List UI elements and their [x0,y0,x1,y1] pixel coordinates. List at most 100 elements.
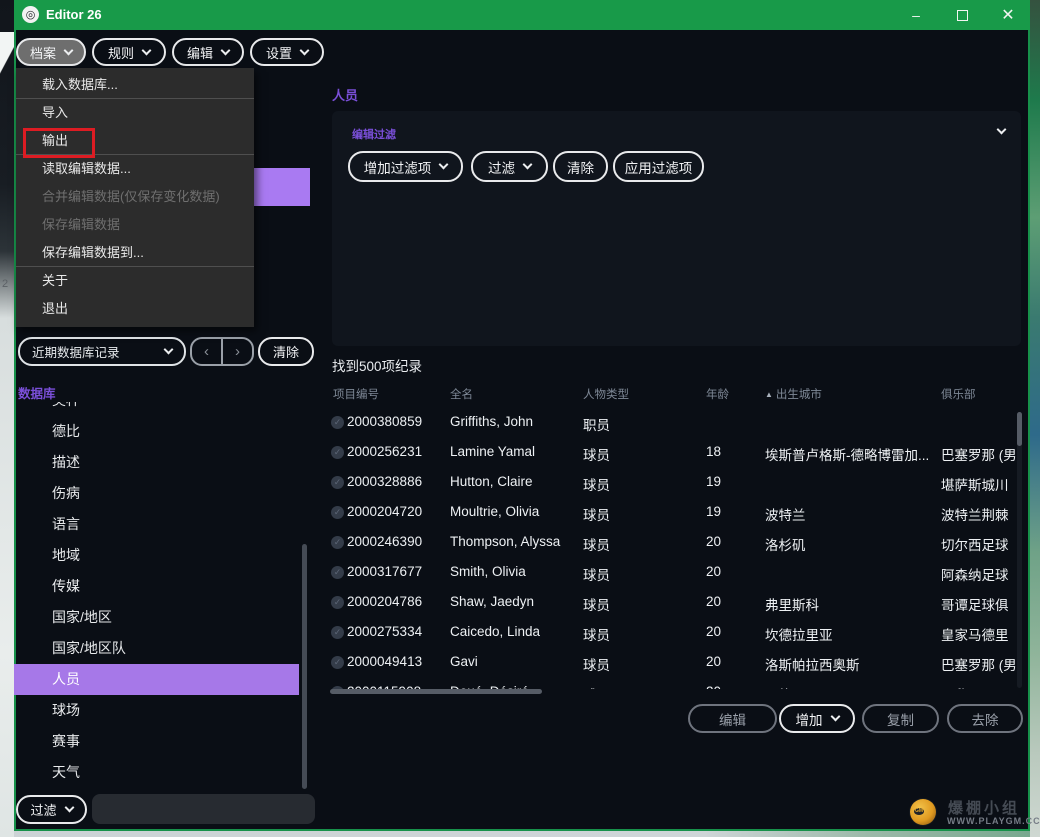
cell-club: 哥谭足球俱 [941,594,1022,614]
column-header-city[interactable]: ▲ 出生城市 [765,386,822,402]
table-row[interactable]: ✓ 2000317677 Smith, Olivia 球员 20 阿森纳足球 [330,558,1022,588]
sidebar-item-derby[interactable]: 德比 [14,416,299,447]
cell-age: 20 [706,534,760,549]
column-header-name[interactable]: 全名 [450,386,473,402]
cell-id: 2000204786 [347,594,449,609]
record-check-icon: ✓ [331,476,344,489]
cell-type: 球员 [583,534,701,554]
menu-item-import[interactable]: 导入 [16,99,254,127]
sidebar-filter-input[interactable] [92,794,315,824]
cell-type: 球员 [583,624,701,644]
menu-item-about[interactable]: 关于 [16,267,254,295]
recent-database-label: 近期数据库记录 [32,342,120,361]
cell-id: 2000328886 [347,474,449,489]
menu-settings-label: 设置 [266,43,292,62]
watermark-logo-icon: GM [910,799,936,825]
clear-filter-button[interactable]: 清除 [553,151,608,182]
add-filter-label: 增加过滤项 [364,157,432,177]
sidebar-item-injury[interactable]: 伤病 [14,478,299,509]
cell-type: 球员 [583,564,701,584]
table-row[interactable]: ✓ 2000204786 Shaw, Jaedyn 球员 20 弗里斯科 哥谭足… [330,588,1022,618]
add-filter-button[interactable]: 增加过滤项 [348,151,463,182]
cell-id: 2000256231 [347,444,449,459]
menu-rules-button[interactable]: 规则 [92,38,166,66]
edit-filter-title: 编辑过滤 [352,126,396,142]
column-header-age[interactable]: 年龄 [706,386,729,402]
sidebar-scrollbar[interactable] [302,544,307,789]
prev-record-button[interactable]: ‹ [192,339,221,364]
sidebar-item-media[interactable]: 传媒 [14,571,299,602]
chevron-down-icon [439,160,449,170]
cell-age: 20 [706,564,760,579]
recent-database-dropdown[interactable]: 近期数据库记录 [18,337,186,366]
column-header-id[interactable]: 项目编号 [333,386,379,402]
chevron-down-icon [830,712,840,722]
menu-item-load-database[interactable]: 载入数据库... [16,71,254,99]
record-check-icon: ✓ [331,626,344,639]
record-check-icon: ✓ [331,446,344,459]
cell-type: 球员 [583,684,701,689]
sidebar-item-people[interactable]: 人员 [14,664,299,695]
cell-age: 18 [706,444,760,459]
record-check-icon: ✓ [331,656,344,669]
add-record-button[interactable]: 增加 [779,704,855,733]
cell-name: Gavi [450,654,578,669]
cell-id: 2000246390 [347,534,449,549]
menu-item-save-edit-data-to[interactable]: 保存编辑数据到... [16,239,254,267]
window-title: Editor 26 [46,7,102,22]
copy-record-button: 复制 [862,704,939,733]
minimize-button[interactable]: – [894,0,938,30]
cell-type: 球员 [583,444,701,464]
menu-settings-button[interactable]: 设置 [250,38,324,66]
sidebar-item-nation[interactable]: 国家/地区 [14,602,299,633]
table-row[interactable]: ✓ 2000256231 Lamine Yamal 球员 18 埃斯普卢格斯-德… [330,438,1022,468]
sidebar-item-weather[interactable]: 天气 [14,757,299,788]
next-record-button[interactable]: › [221,339,252,364]
table-row[interactable]: ✓ 2000380859 Griffiths, John 职员 [330,408,1022,438]
cell-id: 2000204720 [347,504,449,519]
menu-file-button[interactable]: 档案 [16,38,86,66]
vertical-scrollbar[interactable] [1017,412,1022,446]
maximize-icon [957,10,968,21]
cell-type: 职员 [583,414,701,434]
cell-name: Hutton, Claire [450,474,578,489]
cell-city: 坎德拉里亚 [765,624,937,644]
sidebar-item-language[interactable]: 语言 [14,509,299,540]
close-button[interactable]: ✕ [986,0,1030,30]
table-row-clipped[interactable]: ✓ 2000115908 Doué, Désiré 球员 20 昂热 巴黎圣日耳 [330,678,1022,689]
table-row[interactable]: ✓ 2000328886 Hutton, Claire 球员 19 堪萨斯城川 [330,468,1022,498]
covered-purple-button[interactable] [254,168,310,206]
sidebar-item-nation-team[interactable]: 国家/地区队 [14,633,299,664]
sidebar-item-description[interactable]: 描述 [14,447,299,478]
desktop-icon-label: 2 [2,278,8,290]
titlebar[interactable] [14,0,1030,30]
sidebar-filter-button[interactable]: 过滤 [16,795,87,824]
sidebar-item-competition[interactable]: 赛事 [14,726,299,757]
cell-age: 19 [706,504,760,519]
column-header-type[interactable]: 人物类型 [583,386,629,402]
table-row[interactable]: ✓ 2000049413 Gavi 球员 20 洛斯帕拉西奥斯 巴塞罗那 (男 [330,648,1022,678]
sidebar-item-region[interactable]: 地域 [14,540,299,571]
sidebar-item-stadium[interactable]: 球场 [14,695,299,726]
sidebar-item-trophy-clipped[interactable]: 奖杯 [14,402,299,416]
cell-city: 昂热 [765,684,937,689]
maximize-button[interactable] [940,0,984,30]
sidebar-filter-label: 过滤 [30,800,56,819]
table-row[interactable]: ✓ 2000204720 Moultrie, Olivia 球员 19 波特兰 … [330,498,1022,528]
file-dropdown-menu: 载入数据库... 导入 输出 读取编辑数据... 合并编辑数据(仅保存变化数据)… [16,68,254,327]
filter-button[interactable]: 过滤 [471,151,548,182]
column-header-club[interactable]: 俱乐部 [941,386,976,402]
cell-city: 埃斯普卢格斯-德略博雷加... [765,444,937,464]
table-row[interactable]: ✓ 2000246390 Thompson, Alyssa 球员 20 洛杉矶 … [330,528,1022,558]
horizontal-scrollbar[interactable] [330,689,542,694]
menu-item-read-edit-data[interactable]: 读取编辑数据... [16,155,254,183]
apply-filter-button[interactable]: 应用过滤项 [613,151,704,182]
menu-item-save-edit-data: 保存编辑数据 [16,211,254,239]
table-row[interactable]: ✓ 2000275334 Caicedo, Linda 球员 20 坎德拉里亚 … [330,618,1022,648]
cell-city: 波特兰 [765,504,937,524]
menu-item-exit[interactable]: 退出 [16,295,254,323]
records-table: ✓ 2000380859 Griffiths, John 职员 ✓ 200025… [330,408,1022,689]
clear-recent-button[interactable]: 清除 [258,337,314,366]
cell-type: 球员 [583,594,701,614]
menu-edit-button[interactable]: 编辑 [172,38,244,66]
